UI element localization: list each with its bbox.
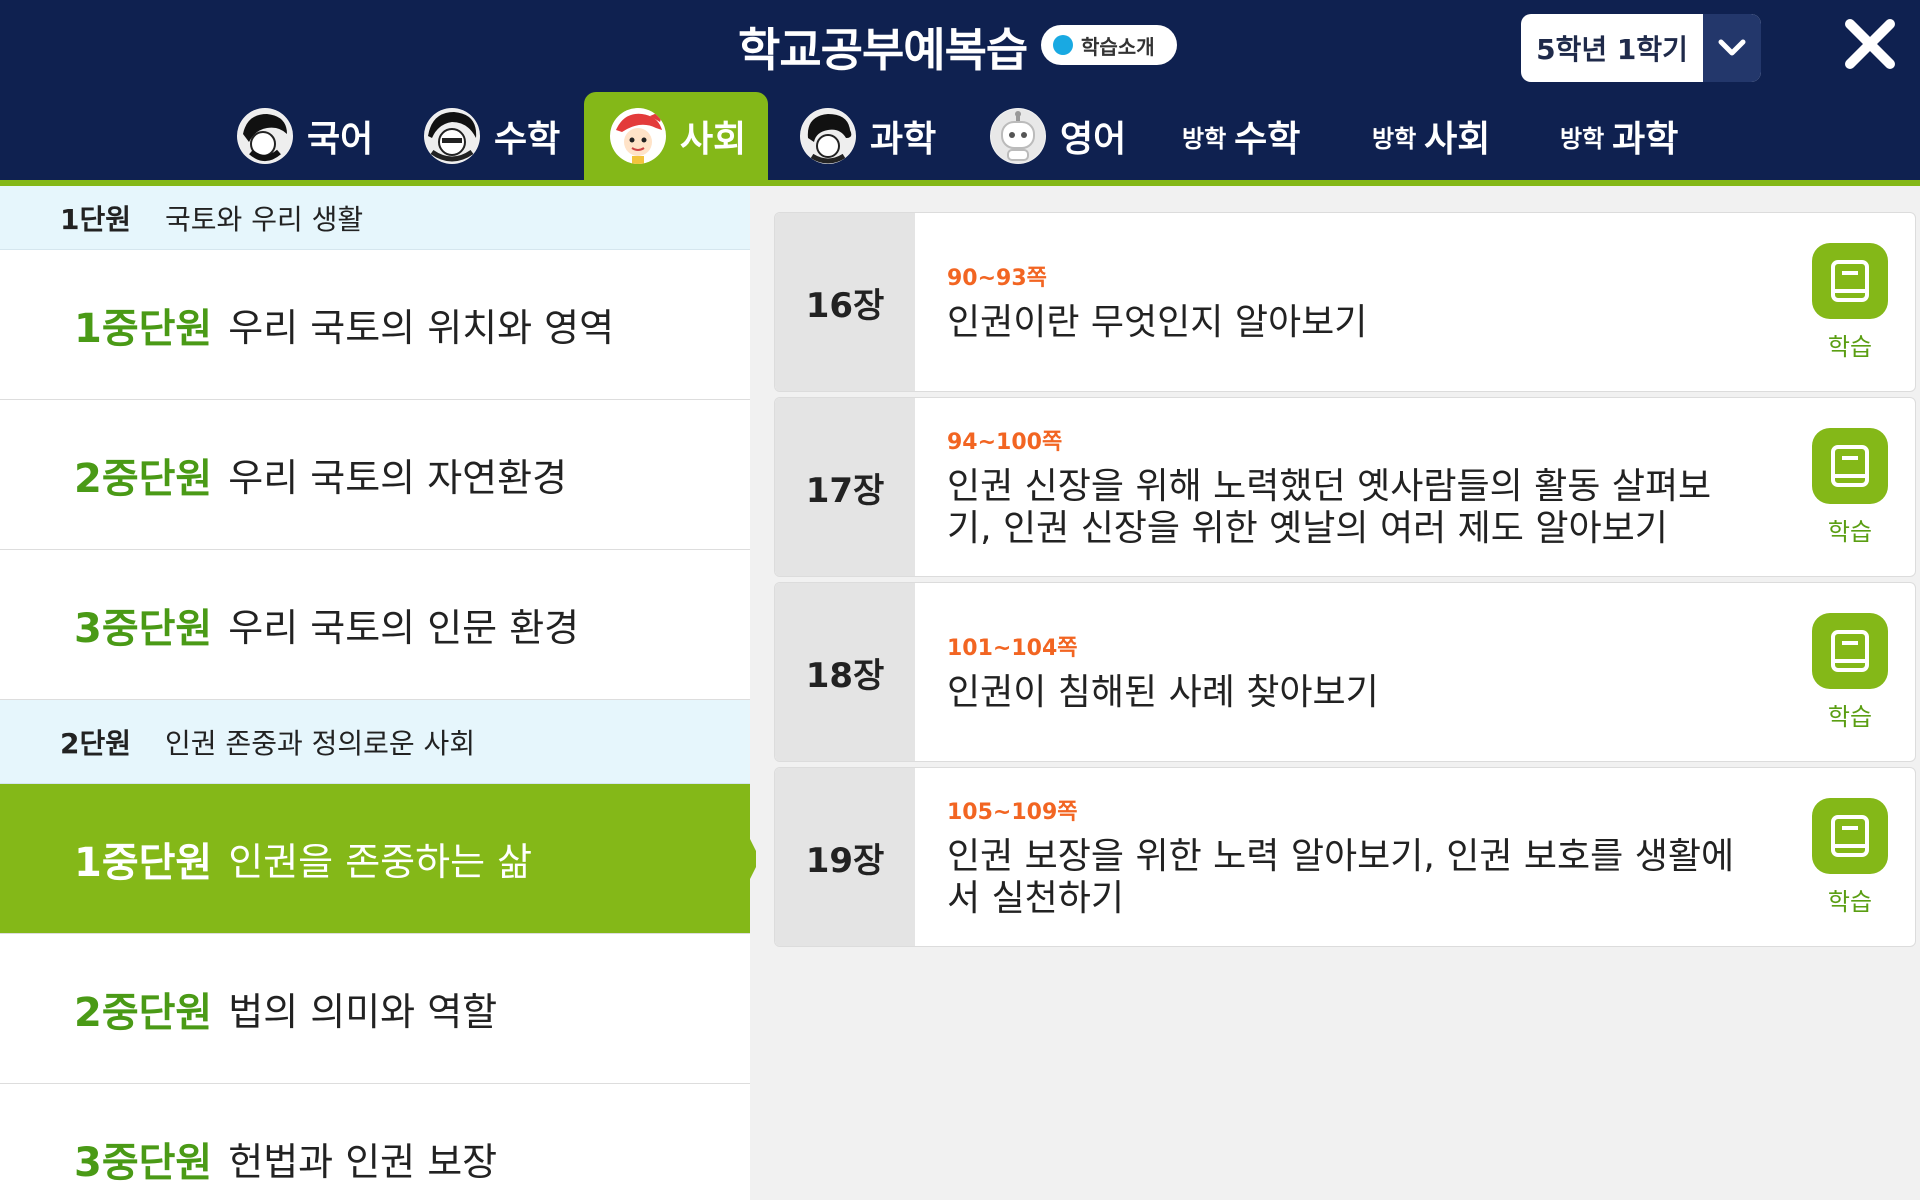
chapter-card: 19장 105~109쪽 인권 보장을 위한 노력 알아보기, 인권 보호를 생…	[774, 767, 1916, 947]
study-button[interactable]: 학습	[1785, 398, 1915, 576]
character-avatar-icon	[800, 108, 856, 164]
tab-english[interactable]: 영어	[990, 92, 1126, 180]
subunit-number: 3중단원	[74, 605, 213, 652]
tab-label: 사회	[1424, 119, 1491, 160]
top-header: 학교공부예복습 학습소개 5학년 1학기 국어 수학 사회 과학 영어 방학 수…	[0, 0, 1920, 186]
study-label: 학습	[1827, 517, 1873, 546]
subunit-item[interactable]: 1중단원 우리 국토의 위치와 영역	[0, 250, 750, 400]
subunit-title: 우리 국토의 위치와 영역	[228, 306, 615, 350]
chapter-number: 18장	[775, 583, 915, 761]
book-icon	[1812, 612, 1888, 689]
chapter-body: 105~109쪽 인권 보장을 위한 노력 알아보기, 인권 보호를 생활에서 …	[915, 768, 1785, 946]
book-icon	[1812, 242, 1888, 319]
unit-number: 2단원	[60, 726, 132, 760]
tab-label: 국어	[307, 119, 374, 160]
page-range: 101~104쪽	[947, 636, 1078, 661]
chapter-body: 101~104쪽 인권이 침해된 사례 찾아보기	[915, 583, 1785, 761]
subunit-number: 1중단원	[74, 305, 213, 352]
subunit-item[interactable]: 3중단원 헌법과 인권 보장	[0, 1084, 750, 1200]
tab-label: 수학	[494, 119, 561, 160]
tab-science[interactable]: 과학	[800, 92, 936, 180]
chapter-title: 인권 신장을 위해 노력했던 옛사람들의 활동 살펴보기, 인권 신장을 위한 …	[947, 466, 1712, 549]
unit-number: 1단원	[60, 202, 132, 236]
book-icon	[1812, 797, 1888, 874]
tab-label: 과학	[870, 119, 937, 160]
subunit-title: 법의 의미와 역할	[228, 990, 498, 1034]
chapter-card: 17장 94~100쪽 인권 신장을 위해 노력했던 옛사람들의 활동 살펴보기…	[774, 397, 1916, 577]
character-avatar-icon	[610, 108, 666, 164]
page-range: 90~93쪽	[947, 266, 1047, 291]
tab-label: 영어	[1060, 119, 1127, 160]
chapter-card: 18장 101~104쪽 인권이 침해된 사례 찾아보기 학습	[774, 582, 1916, 762]
tab-vacation-science[interactable]: 방학 과학	[1560, 92, 1678, 180]
chapter-card: 16장 90~93쪽 인권이란 무엇인지 알아보기 학습	[774, 212, 1916, 392]
character-avatar-icon	[237, 108, 293, 164]
chevron-down-icon[interactable]	[1703, 14, 1761, 82]
badge-dot-icon	[1053, 35, 1073, 55]
chapter-title: 인권 보장을 위한 노력 알아보기, 인권 보호를 생활에서 실천하기	[947, 836, 1735, 919]
chapter-number: 16장	[775, 213, 915, 391]
study-button[interactable]: 학습	[1785, 768, 1915, 946]
subunit-title: 헌법과 인권 보장	[228, 1140, 498, 1184]
tab-label: 과학	[1612, 119, 1679, 160]
page-range: 105~109쪽	[947, 800, 1078, 825]
subunit-item[interactable]: 3중단원 우리 국토의 인문 환경	[0, 550, 750, 700]
book-icon	[1812, 427, 1888, 504]
robot-avatar-icon	[990, 108, 1046, 164]
subunit-item[interactable]: 2중단원 법의 의미와 역할	[0, 934, 750, 1084]
chapter-list: 16장 90~93쪽 인권이란 무엇인지 알아보기 학습 17장 94~100쪽…	[756, 186, 1920, 1200]
subunit-number: 2중단원	[74, 455, 213, 502]
tab-korean[interactable]: 국어	[237, 92, 373, 180]
subunit-title: 우리 국토의 인문 환경	[228, 606, 580, 650]
study-label: 학습	[1827, 887, 1873, 916]
unit-list: 1단원 국토와 우리 생활 1중단원 우리 국토의 위치와 영역 2중단원 우리…	[0, 186, 760, 1200]
chapter-number: 19장	[775, 768, 915, 946]
subunit-title: 인권을 존중하는 삶	[228, 840, 533, 884]
page-range: 94~100쪽	[947, 430, 1063, 455]
tab-math[interactable]: 수학	[424, 92, 560, 180]
tab-label: 수학	[1234, 119, 1301, 160]
unit-header: 1단원 국토와 우리 생활	[0, 186, 750, 250]
grade-label: 5학년 1학기	[1536, 33, 1688, 66]
subject-tabs: 국어 수학 사회 과학 영어 방학 수학 방학 사회 방학 과학	[0, 92, 1920, 180]
unit-title: 국토와 우리 생활	[165, 202, 364, 236]
unit-header: 2단원 인권 존중과 정의로운 사회	[0, 700, 750, 784]
tab-prefix: 방학	[1372, 124, 1417, 153]
subunit-number: 1중단원	[74, 839, 213, 886]
study-button[interactable]: 학습	[1785, 583, 1915, 761]
intro-label: 학습소개	[1081, 34, 1155, 59]
tab-vacation-social[interactable]: 방학 사회	[1372, 92, 1490, 180]
study-label: 학습	[1827, 702, 1873, 731]
chapter-title: 인권이 침해된 사례 찾아보기	[947, 672, 1379, 713]
tab-prefix: 방학	[1560, 124, 1605, 153]
subunit-number: 3중단원	[74, 1139, 213, 1186]
tab-social[interactable]: 사회	[584, 92, 769, 180]
unit-title: 인권 존중과 정의로운 사회	[165, 726, 476, 760]
tab-prefix: 방학	[1182, 124, 1227, 153]
chapter-body: 94~100쪽 인권 신장을 위해 노력했던 옛사람들의 활동 살펴보기, 인권…	[915, 398, 1785, 576]
subunit-number: 2중단원	[74, 989, 213, 1036]
subunit-title: 우리 국토의 자연환경	[228, 456, 568, 500]
chapter-title: 인권이란 무엇인지 알아보기	[947, 302, 1368, 343]
study-label: 학습	[1827, 332, 1873, 361]
intro-button[interactable]: 학습소개	[1041, 25, 1177, 65]
grade-select[interactable]: 5학년 1학기	[1521, 14, 1761, 82]
study-button[interactable]: 학습	[1785, 213, 1915, 391]
subunit-item[interactable]: 2중단원 우리 국토의 자연환경	[0, 400, 750, 550]
close-icon[interactable]	[1840, 14, 1900, 74]
chapter-body: 90~93쪽 인권이란 무엇인지 알아보기	[915, 213, 1785, 391]
app-title: 학교공부예복습	[738, 23, 1028, 77]
tab-label: 사회	[680, 119, 747, 160]
subunit-item-selected[interactable]: 1중단원 인권을 존중하는 삶	[0, 784, 760, 934]
tab-vacation-math[interactable]: 방학 수학	[1182, 92, 1300, 180]
chapter-number: 17장	[775, 398, 915, 576]
character-avatar-icon	[424, 108, 480, 164]
